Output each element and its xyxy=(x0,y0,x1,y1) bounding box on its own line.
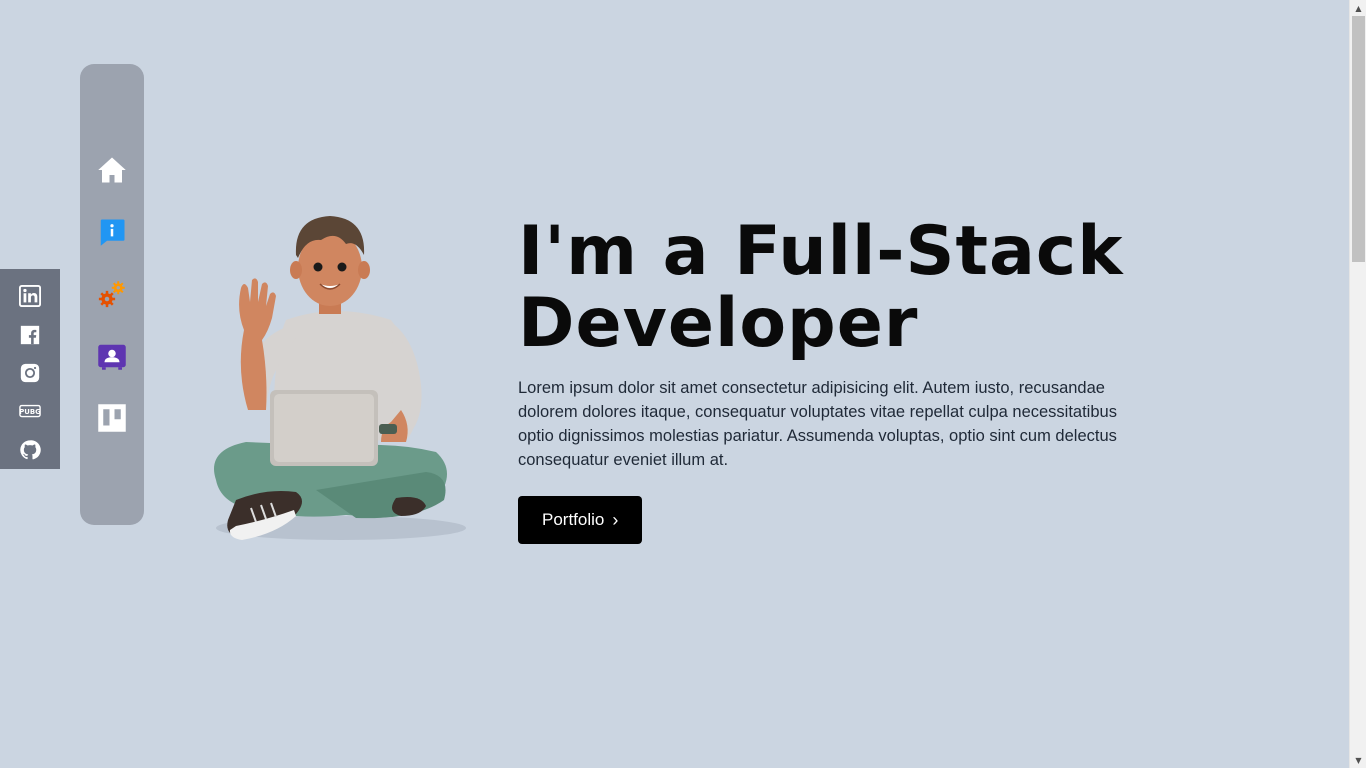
instagram-link[interactable] xyxy=(0,354,60,392)
portfolio-button[interactable]: Portfolio › xyxy=(518,496,643,544)
developer-illustration xyxy=(196,210,476,550)
nav-contact[interactable] xyxy=(96,340,128,372)
linkedin-icon xyxy=(19,285,41,308)
social-bar: PUBG xyxy=(0,269,60,469)
scroll-down-arrow-icon[interactable]: ▼ xyxy=(1350,752,1366,768)
nav-about[interactable] xyxy=(96,216,128,248)
nav-skills[interactable] xyxy=(96,278,128,310)
instagram-icon xyxy=(20,363,40,383)
contact-icon xyxy=(98,344,126,370)
scroll-thumb[interactable] xyxy=(1352,16,1365,262)
facebook-link[interactable] xyxy=(0,315,60,353)
hero-title-line1: I'm a Full-Stack xyxy=(518,212,1124,291)
nav-home[interactable] xyxy=(96,154,128,186)
pubg-icon: PUBG xyxy=(19,405,41,418)
trello-icon xyxy=(98,404,126,432)
facebook-icon xyxy=(20,325,40,344)
scroll-up-arrow-icon[interactable]: ▲ xyxy=(1350,0,1366,16)
portfolio-button-label: Portfolio xyxy=(542,510,605,529)
info-icon xyxy=(100,219,125,246)
github-icon xyxy=(20,440,41,460)
home-icon xyxy=(98,157,126,183)
pubg-link[interactable]: PUBG xyxy=(0,392,60,430)
hero-description: Lorem ipsum dolor sit amet consectetur a… xyxy=(518,379,1117,469)
vertical-scrollbar[interactable]: ▲ ▼ xyxy=(1349,0,1366,768)
gears-icon xyxy=(98,281,125,308)
svg-text:PUBG: PUBG xyxy=(19,409,41,417)
hero-title-line2: Developer xyxy=(518,284,919,363)
nav-projects[interactable] xyxy=(96,402,128,434)
linkedin-link[interactable] xyxy=(0,277,60,315)
github-link[interactable] xyxy=(0,431,60,469)
hero-section: I'm a Full-Stack Developer Lorem ipsum d… xyxy=(518,216,1158,544)
hero-title: I'm a Full-Stack Developer xyxy=(518,216,1158,360)
main-nav xyxy=(80,64,144,525)
chevron-right-icon: › xyxy=(612,510,619,530)
